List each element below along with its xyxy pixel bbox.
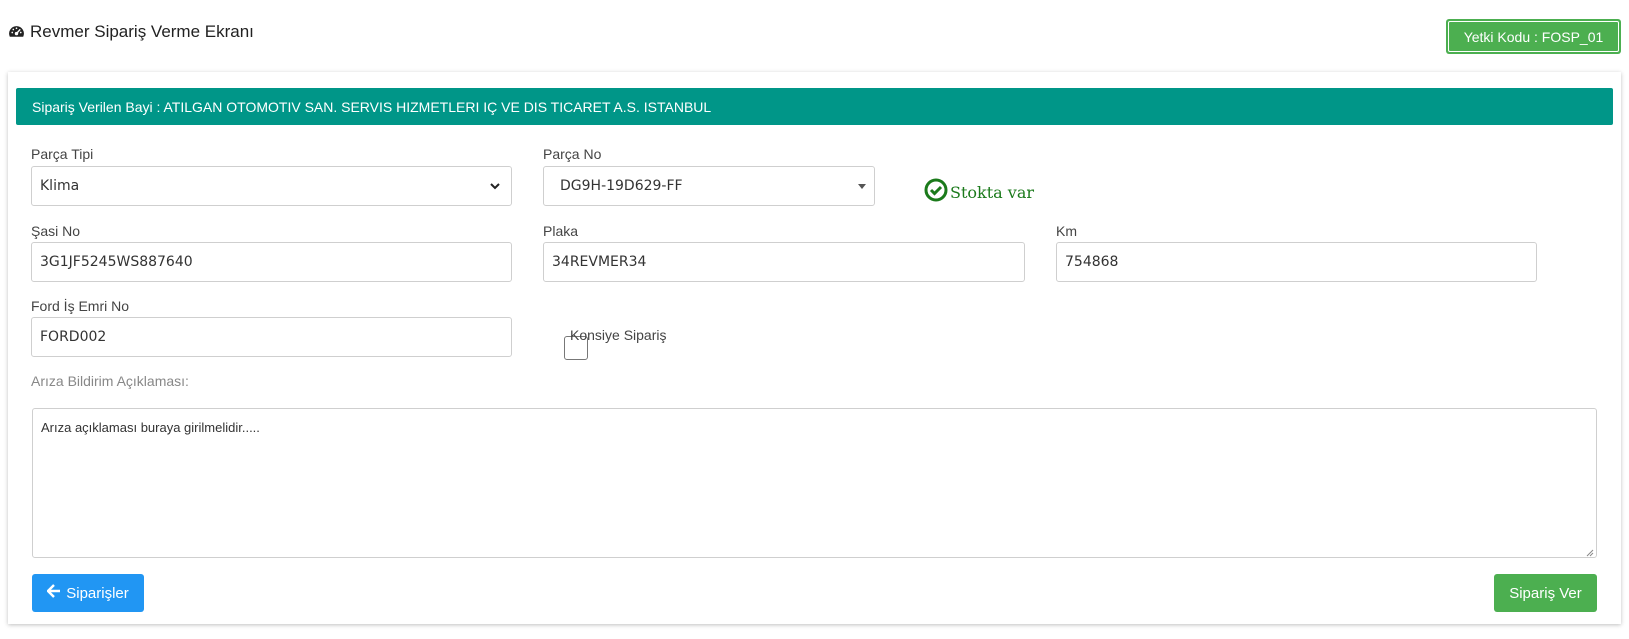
plate-value: 34REVMER34 xyxy=(552,254,647,270)
ford-work-order-value: FORD002 xyxy=(40,329,107,345)
part-no-label: Parça No xyxy=(543,146,602,162)
resize-grip-icon[interactable] xyxy=(1584,545,1594,557)
fault-description-value: Arıza açıklaması buraya girilmelidir....… xyxy=(41,420,260,435)
ford-work-order-input[interactable]: FORD002 xyxy=(31,317,512,357)
part-no-select[interactable]: DG9H-19D629-FF xyxy=(543,166,875,206)
ford-work-order-label: Ford İş Emri No xyxy=(31,298,130,314)
plate-input[interactable]: 34REVMER34 xyxy=(543,242,1025,282)
km-input[interactable]: 754868 xyxy=(1056,242,1537,282)
part-type-select[interactable]: Klima xyxy=(31,166,512,206)
stock-status: Stokta var xyxy=(924,178,1034,206)
part-no-value: DG9H-19D629-FF xyxy=(560,178,683,194)
page-title: Revmer Sipariş Verme Ekranı xyxy=(8,22,254,42)
auth-code-text: Yetki Kodu : FOSP_01 xyxy=(1448,21,1619,52)
dealer-bar: Sipariş Verilen Bayi : ATILGAN OTOMOTIV … xyxy=(16,88,1613,125)
arrow-left-icon xyxy=(46,584,61,602)
chassis-no-input[interactable]: 3G1JF5245WS887640 xyxy=(31,242,512,282)
place-order-label: Sipariş Ver xyxy=(1509,584,1582,602)
plate-label: Plaka xyxy=(543,223,579,239)
stock-status-text: Stokta var xyxy=(950,182,1034,202)
fault-description-label: Arıza Bildirim Açıklaması: xyxy=(31,373,189,389)
page-header: Revmer Sipariş Verme Ekranı Yetki Kodu :… xyxy=(0,0,1629,66)
part-type-value: Klima xyxy=(40,178,80,194)
caret-down-icon xyxy=(858,184,866,189)
orders-back-button[interactable]: Siparişler xyxy=(32,574,144,612)
chassis-no-label: Şasi No xyxy=(31,223,81,239)
auth-code-badge: Yetki Kodu : FOSP_01 xyxy=(1446,19,1621,54)
fault-description-textarea[interactable]: Arıza açıklaması buraya girilmelidir....… xyxy=(32,408,1597,558)
check-circle-icon xyxy=(924,178,948,206)
part-type-label: Parça Tipi xyxy=(31,146,94,162)
place-order-button[interactable]: Sipariş Ver xyxy=(1494,574,1597,612)
orders-back-label: Siparişler xyxy=(66,584,129,602)
tachometer-icon xyxy=(8,24,25,41)
km-label: Km xyxy=(1056,223,1077,239)
consignment-label[interactable]: Konsiye Sipariş xyxy=(570,327,667,343)
page-title-text: Revmer Sipariş Verme Ekranı xyxy=(30,22,254,41)
chevron-down-icon xyxy=(489,180,501,192)
km-value: 754868 xyxy=(1065,254,1119,270)
chassis-no-value: 3G1JF5245WS887640 xyxy=(40,254,193,270)
